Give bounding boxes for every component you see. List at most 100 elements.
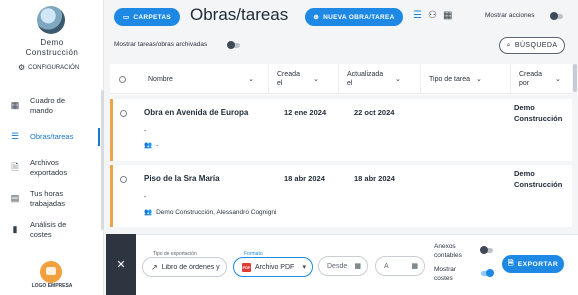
search-button-label: BÚSQUEDA — [514, 42, 558, 49]
dashboard-icon: ▦ — [10, 100, 20, 110]
column-header-creator[interactable]: Creada por ⌄ — [510, 64, 572, 94]
config-label: CONFIGURACIÓN — [28, 64, 80, 71]
sidebar-scrollbar[interactable] — [101, 90, 104, 230]
column-header-label: Nombre — [148, 75, 173, 83]
table-row[interactable]: Obra en Avenida de Europa 12 ene 2024 22… — [110, 99, 572, 161]
column-header-updated[interactable]: Actualizada el ⌄ — [338, 64, 412, 94]
show-actions-toggle[interactable] — [550, 12, 563, 20]
format-caption: Formato — [242, 251, 265, 257]
created-date: 12 ene 2024 — [284, 108, 327, 117]
folder-icon: ▭ — [122, 14, 130, 21]
date-to-placeholder: A — [384, 262, 389, 270]
annex-label: Anexos contables — [434, 243, 462, 259]
sidebar-item-label: Tus horas trabajadas — [30, 188, 66, 208]
sidebar: Demo Construcción ⚙ CONFIGURACIÓN ▦ Cuad… — [0, 0, 104, 295]
task-subinfo: - — [144, 128, 147, 135]
trend-icon: ↗ — [151, 262, 158, 272]
search-button[interactable]: ⌕ BÚSQUEDA — [499, 37, 565, 54]
list-icon: ☰ — [10, 131, 20, 141]
users-icon: 👥 — [144, 209, 153, 216]
users-icon: 👥 — [144, 142, 153, 149]
export-file-icon: 🗎 — [507, 259, 514, 267]
format-value: Archivo PDF — [255, 263, 295, 271]
export-button[interactable]: 🗎 EXPORTAR — [502, 255, 564, 273]
config-link[interactable]: ⚙ CONFIGURACIÓN — [18, 63, 79, 72]
sidebar-item-label: Archivos exportados — [30, 157, 68, 177]
gear-icon: ⚙ — [18, 63, 26, 72]
row-checkbox[interactable] — [120, 176, 127, 183]
show-archived-label: Mostrar tareas/obras archivadas — [114, 41, 208, 48]
column-header-label: Actualizada el — [347, 71, 384, 87]
company-name: Demo Construcción — [0, 38, 104, 58]
search-icon: ⌕ — [506, 41, 511, 49]
export-type-value: Libro de órdenes y — [161, 263, 220, 271]
column-header-type[interactable]: Tipo de tarea ⌄ — [420, 64, 504, 94]
calendar-icon: ▦ — [354, 263, 361, 270]
column-header-name[interactable]: Nombre ⌄ — [140, 64, 268, 94]
task-name[interactable]: Piso de la Sra María — [144, 174, 220, 183]
task-members: - — [156, 141, 159, 149]
list-view-icon[interactable]: ☰ — [413, 10, 422, 21]
annex-toggle[interactable] — [480, 246, 493, 254]
select-all-cell — [110, 64, 140, 94]
sidebar-item-cost-analysis[interactable]: ▮ Análisis de costes — [0, 214, 100, 245]
creator-name: Demo Construcción — [514, 103, 563, 123]
sidebar-item-hours[interactable]: ▤ Tus horas trabajadas — [0, 183, 100, 214]
sidebar-item-label: Obras/tareas — [30, 131, 74, 141]
table-header: Nombre ⌄ Creada el ⌄ Actualizada el ⌄ Ti… — [110, 64, 572, 94]
column-header-label: Creada por — [519, 71, 542, 87]
close-icon: ✕ — [116, 259, 126, 271]
main-scrollbar[interactable] — [573, 64, 577, 92]
chevron-down-icon: ⌄ — [395, 76, 401, 83]
sidebar-item-label: Análisis de costes — [30, 219, 67, 239]
calendar-icon: ▦ — [411, 263, 418, 270]
chevron-down-icon: ⌄ — [248, 76, 254, 83]
select-all-checkbox[interactable] — [119, 75, 126, 83]
pdf-icon: PDF — [242, 262, 251, 272]
export-type-caption: Tipo de exportación — [151, 251, 199, 257]
bar-chart-icon: ▮ — [12, 224, 18, 234]
sidebar-item-label: Cuadro de mando — [30, 95, 66, 115]
column-header-label: Tipo de tarea — [429, 75, 470, 83]
export-file-icon: 🗎 — [11, 161, 19, 172]
updated-date: 18 abr 2024 — [354, 174, 395, 183]
row-checkbox[interactable] — [120, 110, 127, 117]
table-row[interactable]: Piso de la Sra María 18 abr 2024 18 abr … — [110, 165, 572, 227]
company-name-line1: Demo — [40, 38, 64, 47]
column-header-created[interactable]: Creada el ⌄ — [268, 64, 332, 94]
plus-icon: ⊕ — [313, 14, 320, 21]
close-export-button[interactable]: ✕ — [106, 234, 136, 295]
calendar-icon: ▤ — [10, 193, 20, 203]
sidebar-item-exported-files[interactable]: 🗎 Archivos exportados — [0, 152, 100, 183]
show-costs-toggle[interactable] — [481, 269, 494, 277]
company-avatar[interactable] — [37, 6, 65, 34]
date-from-field[interactable]: Desde ▦ — [318, 256, 368, 276]
page-title: Obras/tareas — [190, 5, 289, 24]
date-to-field[interactable]: A ▦ — [375, 256, 425, 276]
task-members: Demo Construcción, Alessandro Cognigni — [156, 208, 277, 216]
chevron-down-icon: ⌄ — [313, 76, 319, 83]
show-actions-label: Mostrar acciones — [485, 12, 535, 19]
calendar-view-icon[interactable]: ▦ — [443, 10, 452, 21]
show-archived-toggle[interactable] — [227, 41, 240, 49]
task-name[interactable]: Obra en Avenida de Europa — [144, 108, 248, 117]
folders-button-label: CARPETAS — [133, 13, 172, 21]
company-name-line2: Construcción — [25, 48, 79, 57]
updated-date: 22 oct 2024 — [354, 108, 395, 117]
sidebar-nav: ▦ Cuadro de mando ☰ Obras/tareas 🗎 Archi… — [0, 90, 100, 245]
task-subinfo: - — [144, 194, 147, 201]
column-header-label: Creada el — [277, 71, 300, 87]
chevron-down-icon: ⌄ — [476, 76, 482, 83]
creator-name: Demo Construcción — [514, 169, 563, 189]
new-task-button[interactable]: ⊕ NUEVA OBRA/TAREA — [305, 8, 403, 26]
sidebar-item-obras-tareas[interactable]: ☰ Obras/tareas — [0, 121, 100, 152]
show-costs-label: Mostrar costes — [434, 266, 457, 282]
export-type-select[interactable]: Tipo de exportación ↗ Libro de órdenes y — [142, 251, 227, 277]
folders-button[interactable]: ▭ CARPETAS — [114, 8, 180, 26]
format-select[interactable]: Formato PDF Archivo PDF ▾ — [233, 251, 313, 277]
sidebar-item-dashboard[interactable]: ▦ Cuadro de mando — [0, 90, 100, 121]
date-from-placeholder: Desde — [327, 262, 348, 270]
tasks-table: Nombre ⌄ Creada el ⌄ Actualizada el ⌄ Ti… — [110, 64, 572, 244]
logo-icon — [40, 261, 62, 283]
hierarchy-view-icon[interactable]: ⚇ — [428, 10, 437, 21]
